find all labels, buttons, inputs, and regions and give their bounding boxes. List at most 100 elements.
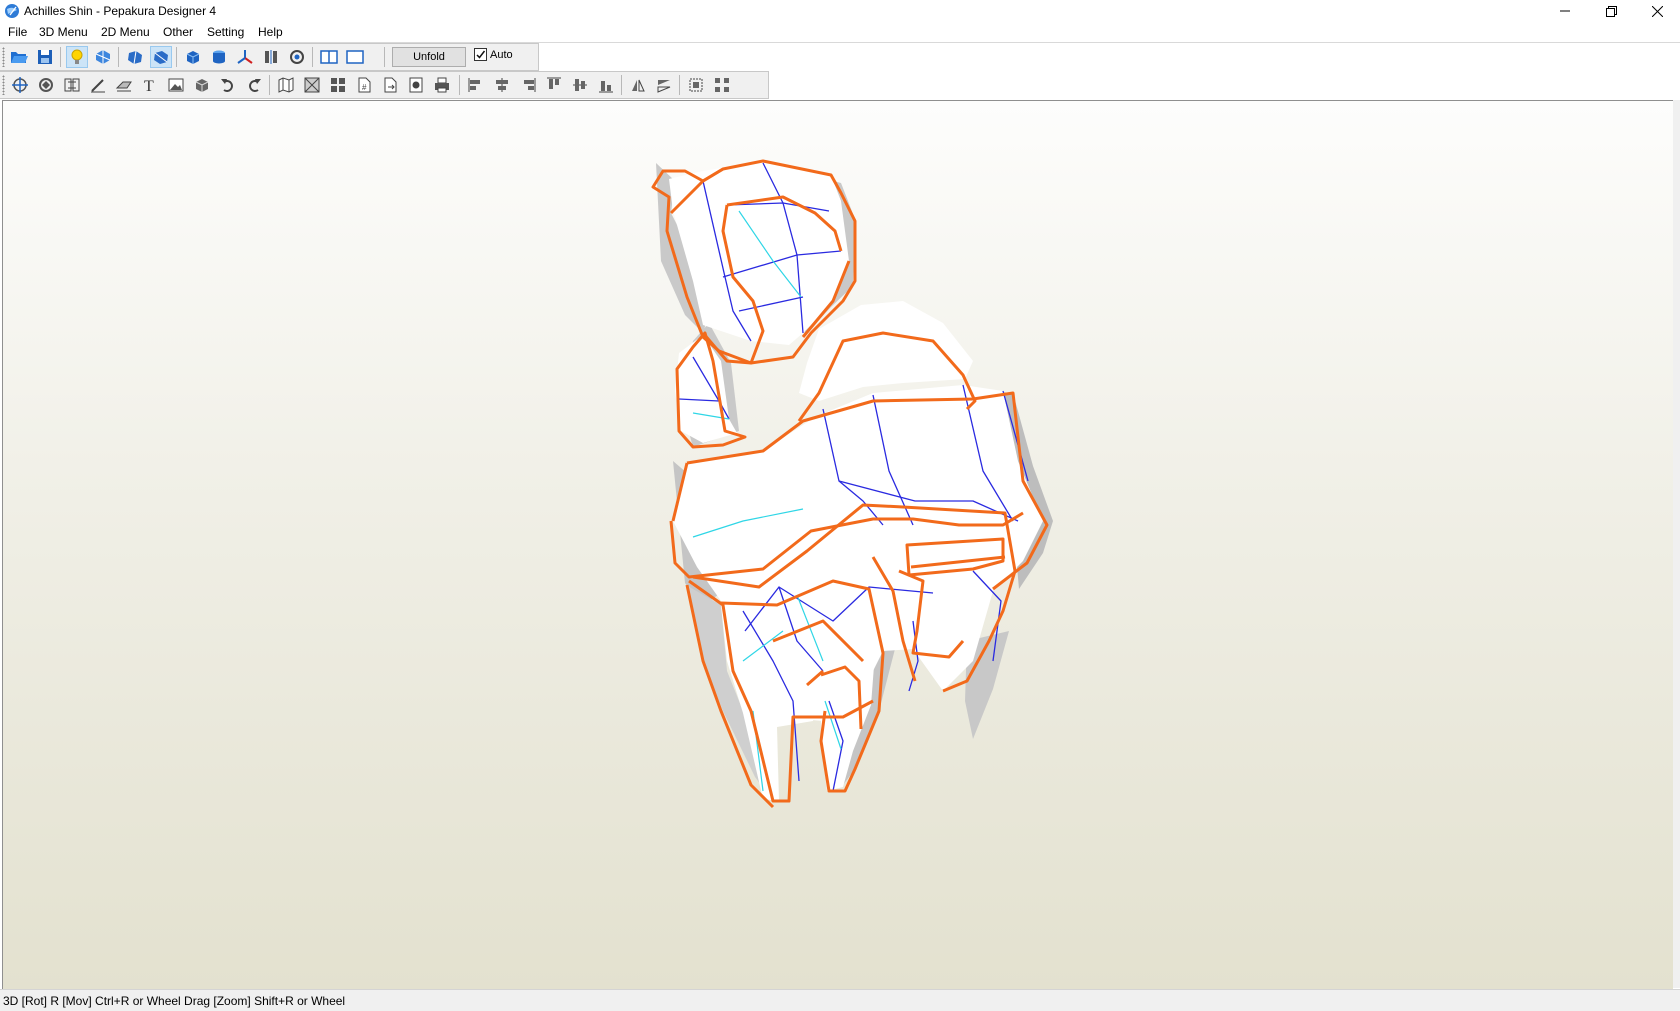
auto-checkbox[interactable]: Auto	[474, 48, 513, 61]
restore-button[interactable]	[1588, 0, 1634, 22]
3d-viewport[interactable]	[2, 100, 1673, 989]
toolbar-grip[interactable]	[2, 75, 5, 95]
edit-line-button[interactable]	[87, 74, 109, 96]
align-left-button[interactable]	[465, 74, 487, 96]
solid-icon	[186, 51, 200, 64]
status-text: 3D [Rot] R [Mov] Ctrl+R or Wheel Drag [Z…	[3, 994, 346, 1008]
rotate-model-button[interactable]	[124, 46, 146, 68]
menu-other[interactable]: Other	[161, 25, 195, 39]
open-button[interactable]	[8, 46, 30, 68]
rotate-part-button[interactable]	[35, 74, 57, 96]
axis-icon	[237, 50, 253, 64]
align-bottom-button[interactable]	[595, 74, 617, 96]
svg-text:#: #	[362, 83, 367, 92]
unfold-button[interactable]: Unfold	[392, 47, 466, 67]
menu-2d[interactable]: 2D Menu	[99, 25, 152, 39]
align-center-v-button[interactable]	[569, 74, 591, 96]
arrange-icon	[304, 77, 320, 93]
menu-3d[interactable]: 3D Menu	[37, 25, 90, 39]
print-setup-icon	[409, 77, 423, 93]
menu-file[interactable]: File	[6, 25, 29, 39]
edit-line-icon	[91, 79, 105, 93]
unfold-map-button[interactable]	[275, 74, 297, 96]
save-icon	[38, 50, 52, 64]
align-right-button[interactable]	[517, 74, 539, 96]
3d-part-button[interactable]	[191, 74, 213, 96]
toolbar-grip[interactable]	[2, 47, 5, 67]
join-button[interactable]	[61, 74, 83, 96]
rotate-part-icon	[39, 78, 53, 92]
align-right-icon	[524, 78, 536, 92]
auto-label: Auto	[490, 48, 513, 61]
pan-model-icon	[154, 51, 168, 64]
3d-model-view[interactable]	[3, 101, 1673, 989]
redo-button[interactable]	[243, 74, 265, 96]
export-button[interactable]	[379, 74, 401, 96]
viewport-edge	[1673, 100, 1680, 988]
model-shin[interactable]	[651, 159, 1053, 809]
main-toolbar: Unfold Auto	[0, 43, 539, 71]
mirror-icon	[265, 50, 277, 64]
image-icon	[168, 78, 184, 92]
checkmark-icon	[476, 50, 486, 59]
print-button[interactable]	[431, 74, 453, 96]
open-folder-icon	[11, 52, 28, 63]
save-button[interactable]	[34, 46, 56, 68]
menu-help[interactable]: Help	[256, 25, 285, 39]
split-view-icon	[320, 50, 338, 64]
status-bar: 3D [Rot] R [Mov] Ctrl+R or Wheel Drag [Z…	[0, 989, 1680, 1011]
light-toggle-button[interactable]	[66, 46, 88, 68]
group-button[interactable]	[685, 74, 707, 96]
pepakura-globe-icon	[5, 4, 19, 18]
axis-button[interactable]	[234, 46, 256, 68]
minimize-icon	[1560, 10, 1570, 12]
solid-button[interactable]	[182, 46, 204, 68]
texture-icon	[95, 50, 111, 64]
page-button[interactable]: #	[353, 74, 375, 96]
texture-button[interactable]	[92, 46, 114, 68]
single-view-button[interactable]	[344, 46, 366, 68]
align-top-button[interactable]	[543, 74, 565, 96]
cylinder-button[interactable]	[208, 46, 230, 68]
ungroup-icon	[715, 78, 729, 92]
align-center-h-button[interactable]	[491, 74, 513, 96]
ungroup-button[interactable]	[711, 74, 733, 96]
cylinder-icon	[213, 50, 225, 64]
title-bar: Achilles Shin - Pepakura Designer 4	[0, 0, 1680, 22]
undo-button[interactable]	[217, 74, 239, 96]
view-button[interactable]	[286, 46, 308, 68]
single-view-icon	[346, 50, 364, 64]
select-icon	[12, 77, 28, 93]
flip-h-button[interactable]	[627, 74, 649, 96]
join-icon	[64, 78, 80, 92]
print-setup-button[interactable]	[405, 74, 427, 96]
rotate-model-icon	[128, 50, 142, 65]
menu-bar: File 3D Menu 2D Menu Other Setting Help	[0, 22, 1680, 43]
export-icon	[384, 77, 397, 93]
select-button[interactable]	[9, 74, 31, 96]
model-face-knee-back	[799, 301, 973, 401]
flip-v-button[interactable]	[653, 74, 675, 96]
svg-text:T: T	[144, 78, 154, 94]
split-view-button[interactable]	[318, 46, 340, 68]
close-icon	[1651, 5, 1663, 17]
minimize-button[interactable]	[1542, 0, 1588, 22]
text-button[interactable]: T	[139, 74, 161, 96]
view-icon	[290, 50, 304, 64]
close-button[interactable]	[1634, 0, 1680, 22]
edit-flap-button[interactable]	[113, 74, 135, 96]
flip-v-icon	[657, 80, 671, 93]
redo-icon	[249, 79, 261, 92]
arrange-button[interactable]	[301, 74, 323, 96]
grid-button[interactable]	[327, 74, 349, 96]
align-center-v-icon	[573, 79, 587, 91]
page-icon: #	[358, 77, 371, 93]
menu-setting[interactable]: Setting	[205, 25, 246, 39]
pan-model-button[interactable]	[150, 46, 172, 68]
mirror-button[interactable]	[260, 46, 282, 68]
image-button[interactable]	[165, 74, 187, 96]
window-title: Achilles Shin - Pepakura Designer 4	[24, 4, 217, 18]
align-bottom-icon	[599, 81, 613, 93]
text-icon: T	[144, 78, 154, 94]
auto-checkbox-box[interactable]	[474, 48, 487, 61]
